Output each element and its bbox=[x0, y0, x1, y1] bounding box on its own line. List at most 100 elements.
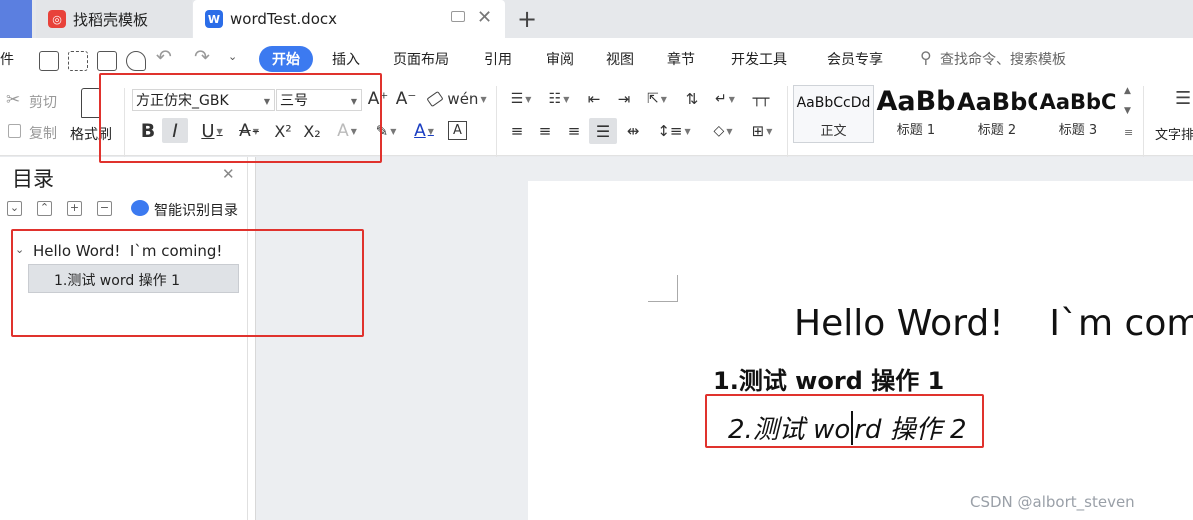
add-level-icon[interactable]: + bbox=[67, 201, 82, 216]
menu-references[interactable]: 引用 bbox=[484, 49, 512, 69]
save-icon[interactable] bbox=[39, 51, 59, 71]
distributed-align-icon[interactable]: ⇹ bbox=[621, 120, 645, 142]
menu-file[interactable]: 件 bbox=[0, 49, 14, 69]
redo-icon[interactable]: ↷ bbox=[194, 46, 210, 68]
sidebar-splitter[interactable] bbox=[247, 157, 248, 520]
justify-icon[interactable]: ☰ bbox=[589, 118, 617, 144]
borders-icon[interactable]: ⊞ ▼ bbox=[745, 120, 779, 142]
print-preview-icon[interactable] bbox=[126, 51, 146, 71]
shading-icon[interactable]: ◇ ▼ bbox=[706, 120, 740, 142]
outline-item-label: 1.测试 word 操作 1 bbox=[54, 273, 181, 289]
close-sidebar-icon[interactable]: ✕ bbox=[222, 165, 235, 183]
export-icon[interactable] bbox=[68, 51, 88, 71]
document-heading-2: 2.测试 wo rd 操作 2 bbox=[728, 409, 967, 446]
wps-writer-icon: W bbox=[205, 10, 223, 28]
remove-level-icon[interactable]: − bbox=[97, 201, 112, 216]
expand-up-icon[interactable]: ⌃ bbox=[37, 201, 52, 216]
menu-insert[interactable]: 插入 bbox=[332, 49, 360, 69]
command-search-input[interactable]: 查找命令、搜索模板 bbox=[940, 49, 1066, 69]
collapse-all-icon[interactable]: ⌄ bbox=[7, 201, 22, 216]
font-family-select[interactable]: 方正仿宋_GBK ▼ bbox=[132, 89, 275, 111]
align-left-icon[interactable]: ≡ bbox=[505, 120, 529, 142]
text-tools-icon: ☰ bbox=[1175, 88, 1192, 109]
scissors-icon: ✂ bbox=[6, 90, 21, 110]
style-heading-1[interactable]: AaBb 标题 1 bbox=[876, 85, 956, 143]
smart-recognize-icon bbox=[131, 200, 149, 216]
style-name: 标题 3 bbox=[1058, 123, 1098, 138]
decrease-indent-icon[interactable]: ⇤ bbox=[582, 88, 606, 110]
font-size-select[interactable]: 三号 ▼ bbox=[276, 89, 362, 111]
document-page[interactable]: Hello Word! I`m comi 1.测试 word 操作 1 2.测试… bbox=[528, 181, 1193, 520]
highlight-color-button[interactable]: ✎ ▼ bbox=[369, 119, 403, 143]
styles-scroll-down-icon[interactable]: ▼ bbox=[1124, 106, 1131, 116]
subscript-button[interactable]: X₂ bbox=[299, 119, 325, 143]
document-title: Hello Word! I`m comi bbox=[794, 303, 1193, 344]
italic-button[interactable]: I bbox=[162, 118, 188, 143]
style-heading-2[interactable]: AaBbC 标题 2 bbox=[957, 85, 1037, 143]
style-preview: AaBbCcDd bbox=[796, 95, 871, 111]
document-area: ▤▼ Hello Word! I`m comi 1.测试 word 操作 1 2… bbox=[256, 157, 1193, 520]
home-tab-stub[interactable] bbox=[0, 0, 32, 38]
line-spacing-icon[interactable]: ↕≡ ▼ bbox=[656, 120, 692, 142]
copy-button[interactable]: 复制 bbox=[29, 123, 57, 143]
window-mode-icon[interactable] bbox=[451, 11, 465, 22]
menu-page-layout[interactable]: 页面布局 bbox=[393, 49, 449, 69]
chinese-layout-icon[interactable]: ⇱ ▼ bbox=[640, 88, 674, 110]
align-right-icon[interactable]: ≡ bbox=[562, 120, 586, 142]
text-effect-button[interactable]: A ▼ bbox=[330, 119, 364, 143]
style-preview: AaBbC bbox=[957, 88, 1037, 116]
tab-label: wordTest.docx bbox=[230, 10, 337, 28]
tab-daoke-templates[interactable]: ◎ 找稻壳模板 bbox=[36, 0, 192, 38]
menu-section[interactable]: 章节 bbox=[667, 49, 695, 69]
phonetic-guide-icon[interactable]: wén ▼ bbox=[447, 88, 486, 110]
print-icon[interactable] bbox=[97, 51, 117, 71]
style-heading-3[interactable]: AaBbC 标题 3 bbox=[1038, 85, 1118, 143]
font-size-value: 三号 bbox=[280, 93, 308, 109]
outline-item-level1[interactable]: Hello Word! I`m coming! bbox=[33, 242, 222, 260]
new-tab-icon[interactable]: + bbox=[517, 5, 537, 33]
tab-bar: ◎ 找稻壳模板 W wordTest.docx ✕ + bbox=[0, 0, 1193, 38]
menu-home[interactable]: 开始 bbox=[259, 46, 313, 72]
strikethrough-button[interactable]: A ▼ bbox=[231, 119, 267, 143]
styles-more-icon[interactable]: ≡ bbox=[1124, 126, 1133, 139]
format-painter-button[interactable]: 格式刷 bbox=[70, 124, 112, 144]
shrink-font-icon[interactable]: A⁻ bbox=[395, 88, 417, 110]
margin-corner-mark bbox=[648, 275, 678, 302]
menu-member[interactable]: 会员专享 bbox=[827, 49, 883, 69]
menu-review[interactable]: 审阅 bbox=[546, 49, 574, 69]
quick-access-more-icon[interactable]: ⌄ bbox=[228, 50, 237, 63]
smart-recognize-button[interactable]: 智能识别目录 bbox=[154, 200, 238, 220]
tab-label: 找稻壳模板 bbox=[73, 10, 149, 29]
sidebar-title: 目录 bbox=[12, 167, 54, 191]
close-tab-icon[interactable]: ✕ bbox=[477, 7, 492, 28]
bullet-list-icon[interactable]: ☰ ▼ bbox=[505, 88, 537, 110]
sort-icon[interactable]: ⇅ bbox=[680, 88, 704, 110]
styles-scroll-up-icon[interactable]: ▲ bbox=[1124, 86, 1131, 96]
align-center-icon[interactable]: ≡ bbox=[533, 120, 557, 142]
grow-font-icon[interactable]: A⁺ bbox=[367, 88, 389, 110]
bold-button[interactable]: B bbox=[137, 119, 159, 143]
outline-expand-icon[interactable]: ⌄ bbox=[15, 243, 24, 256]
numbered-list-icon[interactable]: ☷ ▼ bbox=[543, 88, 575, 110]
undo-icon[interactable]: ↶ bbox=[156, 46, 172, 68]
underline-button[interactable]: U ▼ bbox=[193, 119, 231, 143]
style-preview: AaBbC bbox=[1039, 90, 1117, 114]
superscript-button[interactable]: X² bbox=[270, 119, 296, 143]
text-tools-button[interactable]: 文字排 bbox=[1155, 124, 1193, 143]
paragraph-mark-icon[interactable]: ↵ ▼ bbox=[708, 88, 742, 110]
menu-view[interactable]: 视图 bbox=[606, 49, 634, 69]
style-normal[interactable]: AaBbCcDd 正文 bbox=[793, 85, 874, 143]
tab-word-document[interactable]: W wordTest.docx ✕ bbox=[193, 0, 505, 38]
tab-stops-icon[interactable]: ┬┬ bbox=[748, 88, 774, 110]
clear-format-icon[interactable] bbox=[425, 90, 445, 108]
character-border-button[interactable]: A bbox=[448, 121, 467, 140]
format-painter-icon bbox=[81, 88, 101, 118]
copy-icon bbox=[8, 124, 21, 138]
increase-indent-icon[interactable]: ⇥ bbox=[612, 88, 636, 110]
outline-item-level2[interactable]: 1.测试 word 操作 1 bbox=[28, 264, 239, 293]
cut-button[interactable]: 剪切 bbox=[29, 92, 57, 112]
style-name: 正文 bbox=[820, 124, 847, 139]
menu-developer[interactable]: 开发工具 bbox=[731, 49, 787, 69]
font-color-button[interactable]: A ▼ bbox=[406, 119, 442, 143]
style-preview: AaBb bbox=[876, 86, 956, 117]
